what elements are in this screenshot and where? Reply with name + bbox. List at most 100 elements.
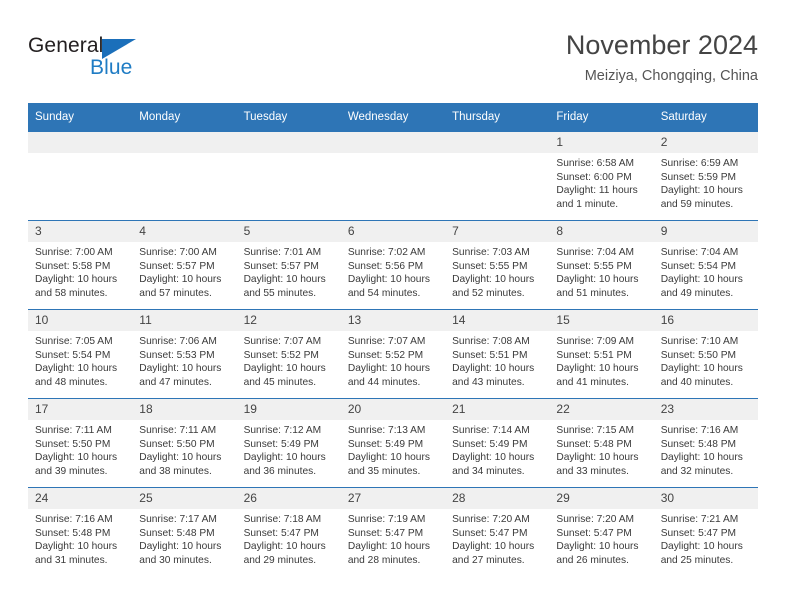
sunset-time: Sunset: 5:47 PM [347,527,424,539]
day-number [236,132,341,153]
day-number: 16 [653,310,758,331]
sunset-time: Sunset: 5:52 PM [347,349,424,361]
sunrise-time: Sunrise: 7:03 AM [452,247,530,258]
day-details: Sunrise: 7:11 AM Sunset: 5:50 PM Daylight:… [132,420,236,478]
calendar-day-cell[interactable]: 14 Sunrise: 7:08 AM Sunset: 5:51 PM Dayligh… [445,309,550,399]
daylight-duration-line2: and 43 minutes. [452,376,525,388]
calendar-empty-cell [28,131,133,221]
sunset-time: Sunset: 5:47 PM [660,527,737,539]
daylight-duration-line2: and 58 minutes. [35,287,108,299]
sunrise-time: Sunrise: 7:08 AM [452,336,530,347]
sunrise-time: Sunrise: 7:07 AM [347,336,426,347]
day-number: 12 [236,310,341,331]
day-cell-inner: 26 Sunrise: 7:18 AM Sunset: 5:47 PM Dayligh… [236,488,341,576]
calendar-day-cell[interactable]: 20 Sunrise: 7:13 AM Sunset: 5:49 PM Dayligh… [340,398,446,488]
sunrise-time: Sunrise: 7:18 AM [243,514,322,525]
sunset-time: Sunset: 5:55 PM [452,260,528,272]
day-number: 3 [28,221,133,242]
calendar-day-cell[interactable]: 13 Sunrise: 7:07 AM Sunset: 5:52 PM Dayligh… [340,309,446,399]
sunset-time: Sunset: 5:52 PM [243,349,319,361]
sunrise-time: Sunrise: 7:10 AM [660,336,739,347]
calendar-day-cell[interactable]: 27 Sunrise: 7:19 AM Sunset: 5:47 PM Dayligh… [340,487,446,576]
sunrise-time: Sunrise: 6:58 AM [556,158,634,169]
day-number: 4 [132,221,237,242]
day-details: Sunrise: 7:02 AM Sunset: 5:56 PM Daylight:… [341,242,445,300]
daylight-duration-line1: Daylight: 10 hours [139,452,222,464]
calendar-day-cell[interactable]: 5 Sunrise: 7:01 AM Sunset: 5:57 PM Daylight… [236,220,341,310]
daylight-duration-line1: Daylight: 10 hours [243,541,326,553]
daylight-duration-line1: Daylight: 10 hours [347,541,430,553]
calendar-day-cell[interactable]: 26 Sunrise: 7:18 AM Sunset: 5:47 PM Dayligh… [236,487,341,576]
daylight-duration-line2: and 1 minute. [556,198,619,210]
day-details: Sunrise: 7:11 AM Sunset: 5:50 PM Daylight:… [28,420,132,478]
calendar-body: 1 Sunrise: 6:58 AM Sunset: 6:00 PM Daylight… [28,131,758,576]
calendar-day-cell[interactable]: 2 Sunrise: 6:59 AM Sunset: 5:59 PM Daylight… [653,131,758,221]
calendar-day-cell[interactable]: 12 Sunrise: 7:07 AM Sunset: 5:52 PM Dayligh… [236,309,341,399]
calendar-week-row: 17 Sunrise: 7:11 AM Sunset: 5:50 PM Dayligh… [28,398,758,488]
daylight-duration-line1: Daylight: 10 hours [347,363,430,375]
calendar-day-cell[interactable]: 4 Sunrise: 7:00 AM Sunset: 5:57 PM Daylight… [132,220,237,310]
day-number: 7 [445,221,550,242]
daylight-duration-line1: Daylight: 10 hours [452,452,535,464]
daylight-duration-line1: Daylight: 10 hours [347,274,430,286]
calendar-day-cell[interactable]: 28 Sunrise: 7:20 AM Sunset: 5:47 PM Dayligh… [445,487,550,576]
weekday-header-thursday: Thursday [445,103,550,132]
sunrise-sunset-calendar: Sunday Monday Tuesday Wednesday Thursday… [28,103,758,576]
daylight-duration-line2: and 59 minutes. [660,198,734,210]
sunset-time: Sunset: 5:48 PM [660,438,737,450]
daylight-duration-line2: and 25 minutes. [660,554,734,566]
day-details: Sunrise: 6:59 AM Sunset: 5:59 PM Daylight:… [654,153,758,211]
sunrise-time: Sunrise: 7:19 AM [347,514,426,525]
day-number: 25 [132,488,237,509]
daylight-duration-line1: Daylight: 10 hours [243,363,326,375]
calendar-day-cell[interactable]: 6 Sunrise: 7:02 AM Sunset: 5:56 PM Daylight… [340,220,446,310]
calendar-day-cell[interactable]: 23 Sunrise: 7:16 AM Sunset: 5:48 PM Dayligh… [653,398,758,488]
general-blue-logo[interactable]: General Blue [28,34,208,88]
day-details: Sunrise: 7:14 AM Sunset: 5:49 PM Daylight:… [445,420,549,478]
calendar-day-cell[interactable]: 19 Sunrise: 7:12 AM Sunset: 5:49 PM Dayligh… [236,398,341,488]
sunrise-time: Sunrise: 7:06 AM [139,336,217,347]
day-number: 20 [340,399,446,420]
day-cell-inner: 30 Sunrise: 7:21 AM Sunset: 5:47 PM Dayligh… [653,488,758,576]
calendar-day-cell[interactable]: 22 Sunrise: 7:15 AM Sunset: 5:48 PM Dayligh… [549,398,654,488]
sunset-time: Sunset: 5:48 PM [556,438,632,450]
day-cell-inner: 6 Sunrise: 7:02 AM Sunset: 5:56 PM Daylight… [340,221,446,309]
day-number [340,132,446,153]
day-details: Sunrise: 6:58 AM Sunset: 6:00 PM Daylight:… [549,153,653,211]
calendar-day-cell[interactable]: 8 Sunrise: 7:04 AM Sunset: 5:55 PM Daylight… [549,220,654,310]
calendar-day-cell[interactable]: 30 Sunrise: 7:21 AM Sunset: 5:47 PM Dayligh… [653,487,758,576]
day-cell-inner: 3 Sunrise: 7:00 AM Sunset: 5:58 PM Daylight… [28,221,133,309]
calendar-day-cell[interactable]: 17 Sunrise: 7:11 AM Sunset: 5:50 PM Dayligh… [28,398,133,488]
calendar-day-cell[interactable]: 10 Sunrise: 7:05 AM Sunset: 5:54 PM Dayligh… [28,309,133,399]
day-number: 10 [28,310,133,331]
calendar-day-cell[interactable]: 18 Sunrise: 7:11 AM Sunset: 5:50 PM Dayligh… [132,398,237,488]
calendar-day-cell[interactable]: 25 Sunrise: 7:17 AM Sunset: 5:48 PM Dayligh… [132,487,237,576]
sunset-time: Sunset: 5:54 PM [660,260,737,272]
sunrise-time: Sunrise: 7:11 AM [139,425,217,436]
calendar-day-cell[interactable]: 15 Sunrise: 7:09 AM Sunset: 5:51 PM Dayligh… [549,309,654,399]
day-cell-inner: 16 Sunrise: 7:10 AM Sunset: 5:50 PM Dayligh… [653,310,758,398]
sunset-time: Sunset: 5:49 PM [347,438,424,450]
day-details: Sunrise: 7:16 AM Sunset: 5:48 PM Daylight:… [28,509,132,567]
day-cell-inner: 17 Sunrise: 7:11 AM Sunset: 5:50 PM Dayligh… [28,399,133,487]
day-details: Sunrise: 7:06 AM Sunset: 5:53 PM Daylight:… [132,331,236,389]
calendar-day-cell[interactable]: 29 Sunrise: 7:20 AM Sunset: 5:47 PM Dayligh… [549,487,654,576]
sunset-time: Sunset: 6:00 PM [556,171,632,183]
sunrise-time: Sunrise: 7:00 AM [139,247,217,258]
daylight-duration-line1: Daylight: 10 hours [452,274,535,286]
calendar-day-cell[interactable]: 16 Sunrise: 7:10 AM Sunset: 5:50 PM Dayligh… [653,309,758,399]
calendar-day-cell[interactable]: 11 Sunrise: 7:06 AM Sunset: 5:53 PM Dayligh… [132,309,237,399]
calendar-day-cell[interactable]: 1 Sunrise: 6:58 AM Sunset: 6:00 PM Daylight… [549,131,654,221]
daylight-duration-line2: and 26 minutes. [556,554,629,566]
calendar-day-cell[interactable]: 9 Sunrise: 7:04 AM Sunset: 5:54 PM Daylight… [653,220,758,310]
calendar-day-cell[interactable]: 24 Sunrise: 7:16 AM Sunset: 5:48 PM Dayligh… [28,487,133,576]
calendar-day-cell[interactable]: 3 Sunrise: 7:00 AM Sunset: 5:58 PM Daylight… [28,220,133,310]
daylight-duration-line1: Daylight: 10 hours [35,541,118,553]
daylight-duration-line2: and 33 minutes. [556,465,629,477]
page-subtitle: Meiziya, Chongqing, China [584,68,758,84]
day-details: Sunrise: 7:17 AM Sunset: 5:48 PM Daylight:… [132,509,236,567]
calendar-day-cell[interactable]: 21 Sunrise: 7:14 AM Sunset: 5:49 PM Dayligh… [445,398,550,488]
daylight-duration-line1: Daylight: 10 hours [139,541,222,553]
calendar-day-cell[interactable]: 7 Sunrise: 7:03 AM Sunset: 5:55 PM Daylight… [445,220,550,310]
calendar-empty-cell [132,131,237,221]
